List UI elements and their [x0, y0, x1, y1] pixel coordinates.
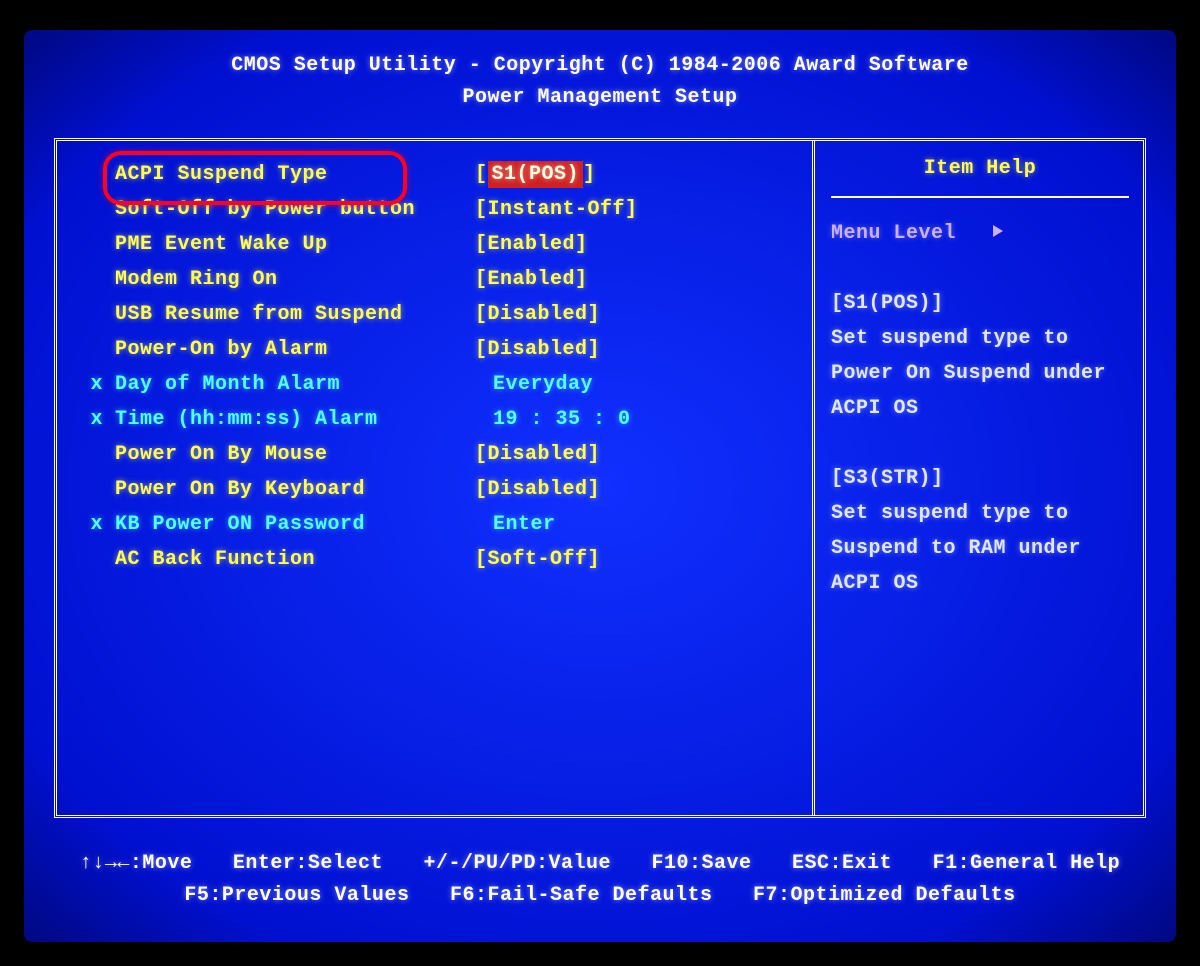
setting-row[interactable]: PME Event Wake Up[Enabled]: [57, 227, 812, 262]
hint-value: +/-/PU/PD:Value: [423, 852, 611, 875]
help-line: Set suspend type to: [831, 496, 1129, 531]
setting-value[interactable]: [Enabled]: [475, 262, 812, 297]
setting-label: Time (hh:mm:ss) Alarm: [115, 402, 475, 437]
hint-save: F10:Save: [652, 852, 752, 875]
menu-level-label: Menu Level: [831, 222, 956, 245]
setting-label: ACPI Suspend Type: [115, 157, 475, 192]
hint-previous: F5:Previous Values: [184, 884, 409, 907]
main-panel: ACPI Suspend Type[S1(POS)]Soft-Off by Po…: [54, 138, 1146, 818]
hint-exit: ESC:Exit: [792, 852, 892, 875]
chevron-right-icon: [993, 225, 1003, 237]
setting-row[interactable]: Power-On by Alarm[Disabled]: [57, 332, 812, 367]
setting-label: KB Power ON Password: [115, 507, 475, 542]
help-spacer: [831, 251, 1129, 286]
menu-level: Menu Level: [831, 216, 1129, 251]
setting-label: PME Event Wake Up: [115, 227, 475, 262]
footer: ↑↓→←:Move Enter:Select +/-/PU/PD:Value F…: [24, 848, 1176, 912]
row-mark: x: [57, 367, 115, 402]
setting-label: USB Resume from Suspend: [115, 297, 475, 332]
header-subtitle: Power Management Setup: [24, 82, 1176, 114]
setting-label: Soft-Off by Power button: [115, 192, 475, 227]
help-body: Menu Level [S1(POS)]Set suspend type toP…: [831, 216, 1129, 601]
hint-optimized: F7:Optimized Defaults: [753, 884, 1016, 907]
setting-row[interactable]: Modem Ring On[Enabled]: [57, 262, 812, 297]
help-line: [S1(POS)]: [831, 286, 1129, 321]
settings-panel: ACPI Suspend Type[S1(POS)]Soft-Off by Po…: [57, 141, 815, 815]
setting-value[interactable]: [Instant-Off]: [475, 192, 812, 227]
setting-value[interactable]: 19 : 35 : 0: [475, 402, 812, 437]
setting-value[interactable]: [S1(POS)]: [475, 157, 812, 192]
setting-value[interactable]: [Disabled]: [475, 472, 812, 507]
setting-label: Power On By Keyboard: [115, 472, 475, 507]
setting-label: Power-On by Alarm: [115, 332, 475, 367]
setting-label: AC Back Function: [115, 542, 475, 577]
help-line: Suspend to RAM under: [831, 531, 1129, 566]
setting-row[interactable]: Soft-Off by Power button[Instant-Off]: [57, 192, 812, 227]
help-line: Set suspend type to: [831, 321, 1129, 356]
footer-row-1: ↑↓→←:Move Enter:Select +/-/PU/PD:Value F…: [24, 848, 1176, 880]
setting-label: Modem Ring On: [115, 262, 475, 297]
setting-row[interactable]: Power On By Keyboard[Disabled]: [57, 472, 812, 507]
setting-row[interactable]: USB Resume from Suspend[Disabled]: [57, 297, 812, 332]
setting-value[interactable]: [Soft-Off]: [475, 542, 812, 577]
help-line: ACPI OS: [831, 391, 1129, 426]
header: CMOS Setup Utility - Copyright (C) 1984-…: [24, 50, 1176, 114]
help-spacer: [831, 426, 1129, 461]
hint-failsafe: F6:Fail-Safe Defaults: [450, 884, 713, 907]
hint-select: Enter:Select: [233, 852, 383, 875]
setting-label: Day of Month Alarm: [115, 367, 475, 402]
row-mark: x: [57, 507, 115, 542]
help-panel: Item Help Menu Level [S1(POS)]Set suspen…: [815, 141, 1143, 815]
setting-value[interactable]: Enter: [475, 507, 812, 542]
setting-row[interactable]: xTime (hh:mm:ss) Alarm19 : 35 : 0: [57, 402, 812, 437]
help-title: Item Help: [831, 157, 1129, 198]
hint-move: ↑↓→←:Move: [80, 852, 193, 875]
hint-help: F1:General Help: [933, 852, 1121, 875]
setting-value[interactable]: [Disabled]: [475, 332, 812, 367]
setting-value[interactable]: [Disabled]: [475, 297, 812, 332]
bios-screen: CMOS Setup Utility - Copyright (C) 1984-…: [24, 30, 1176, 942]
setting-label: Power On By Mouse: [115, 437, 475, 472]
help-line: Power On Suspend under: [831, 356, 1129, 391]
help-line: [S3(STR)]: [831, 461, 1129, 496]
row-mark: x: [57, 402, 115, 437]
setting-value[interactable]: [Enabled]: [475, 227, 812, 262]
setting-row[interactable]: AC Back Function[Soft-Off]: [57, 542, 812, 577]
footer-row-2: F5:Previous Values F6:Fail-Safe Defaults…: [24, 880, 1176, 912]
setting-value[interactable]: [Disabled]: [475, 437, 812, 472]
help-line: ACPI OS: [831, 566, 1129, 601]
setting-row[interactable]: xDay of Month AlarmEveryday: [57, 367, 812, 402]
setting-value[interactable]: Everyday: [475, 367, 812, 402]
setting-row[interactable]: ACPI Suspend Type[S1(POS)]: [57, 157, 812, 192]
setting-row[interactable]: Power On By Mouse[Disabled]: [57, 437, 812, 472]
header-title: CMOS Setup Utility - Copyright (C) 1984-…: [24, 50, 1176, 82]
setting-row[interactable]: xKB Power ON PasswordEnter: [57, 507, 812, 542]
